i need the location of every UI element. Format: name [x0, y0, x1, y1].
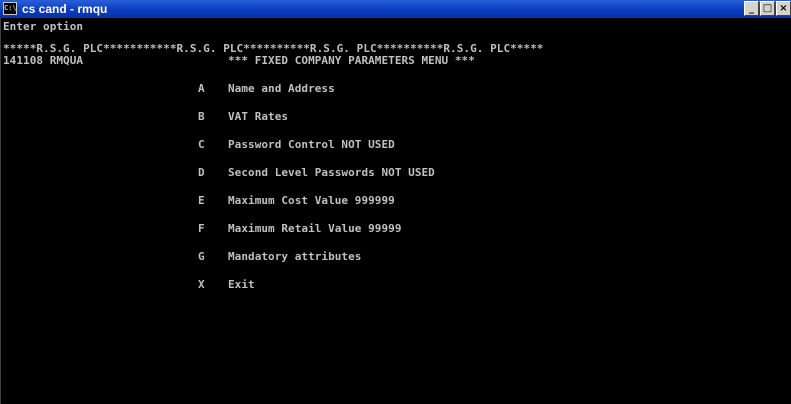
option-label: Password Control NOT USED: [228, 138, 395, 151]
header-code: 141108 RMQUA: [3, 54, 84, 67]
option-key: F: [198, 222, 205, 235]
window-border: [0, 18, 1, 404]
option-label: Exit: [228, 278, 255, 291]
minimize-button[interactable]: _: [744, 1, 759, 16]
option-key: G: [198, 250, 205, 263]
option-label: Name and Address: [228, 82, 335, 95]
option-key: B: [198, 110, 205, 123]
restore-button[interactable]: □: [760, 1, 775, 16]
option-key: C: [198, 138, 205, 151]
option-label: Mandatory attributes: [228, 250, 362, 263]
option-key: A: [198, 82, 205, 95]
window-titlebar[interactable]: C:\ cs cand - rmqu _ □ ×: [0, 0, 791, 18]
close-button[interactable]: ×: [776, 1, 791, 16]
prompt-text: Enter option: [3, 20, 84, 33]
console-screen[interactable]: Enter option *****R.S.G. PLC***********R…: [0, 18, 791, 404]
option-label: Second Level Passwords NOT USED: [228, 166, 435, 179]
option-key: D: [198, 166, 205, 179]
window-title: cs cand - rmqu: [22, 2, 108, 16]
option-key: E: [198, 194, 205, 207]
option-label: Maximum Cost Value 999999: [228, 194, 395, 207]
option-label: VAT Rates: [228, 110, 289, 123]
option-key: X: [198, 278, 205, 291]
menu-title: *** FIXED COMPANY PARAMETERS MENU ***: [228, 54, 475, 67]
option-label: Maximum Retail Value 99999: [228, 222, 402, 235]
console-icon[interactable]: C:\: [3, 2, 17, 15]
